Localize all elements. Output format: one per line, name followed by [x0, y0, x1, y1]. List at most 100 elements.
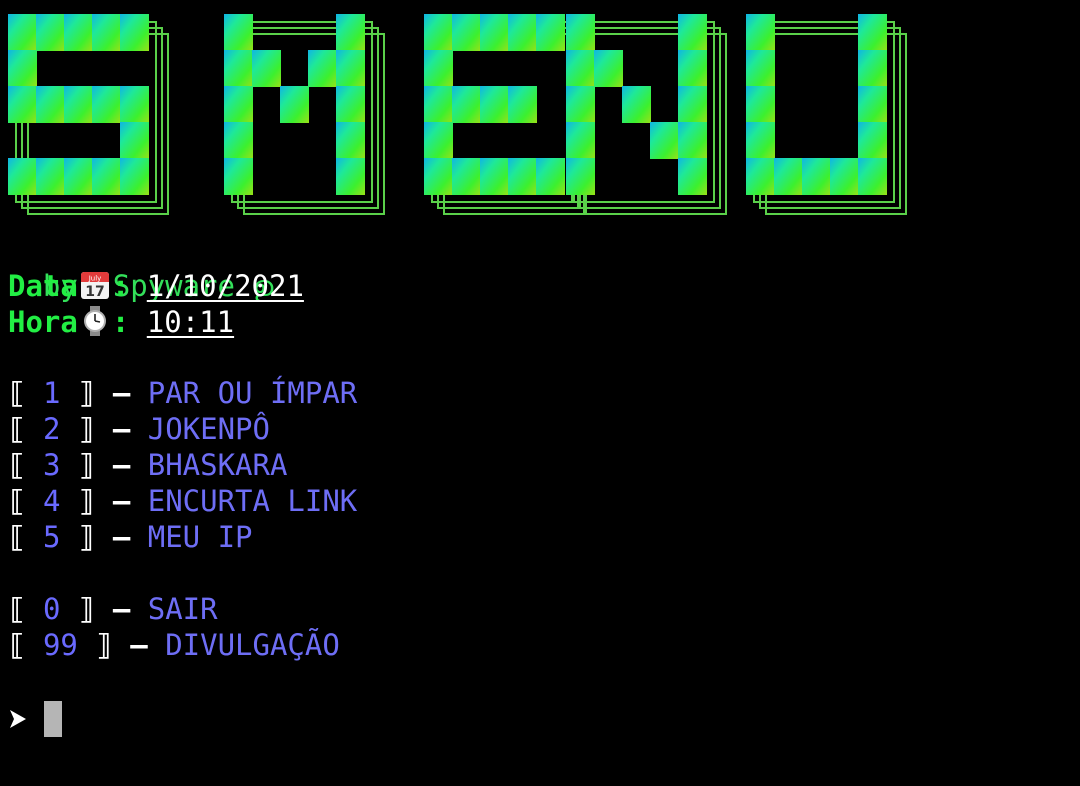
banner-letter-block: [336, 158, 365, 195]
banner-letter-block: [508, 14, 537, 51]
bracket-close: ⟧: [77, 412, 96, 446]
date-line: Data July 17 : 1/10/2021: [8, 268, 304, 304]
banner-letter-block: [566, 158, 595, 195]
banner-letter-block: [336, 86, 365, 123]
banner-letter-block: [594, 50, 623, 87]
banner-letter-block: [424, 50, 453, 87]
banner-letter-block: [858, 158, 887, 195]
banner-letter-block: [480, 158, 509, 195]
calendar-day: 17: [85, 284, 104, 300]
bracket-open: ⟦: [8, 592, 26, 626]
calendar-icon: July 17: [80, 272, 109, 300]
banner-letter-block: [480, 86, 509, 123]
menu-item-number: 1: [42, 376, 61, 410]
banner-letter-block: [858, 50, 887, 87]
banner-letter-block: [8, 14, 37, 51]
menu-item-label: MEU IP: [147, 520, 253, 554]
prompt-arrow-icon: [10, 710, 26, 728]
menu-item-1[interactable]: ⟦ 1 ⟧ — PAR OU ÍMPAR: [8, 375, 357, 411]
time-label: Hora: [8, 305, 78, 339]
bracket-close: ⟧: [77, 376, 96, 410]
banner-letter-block: [566, 86, 595, 123]
banner-letter-block: [566, 122, 595, 159]
banner-letter-block: [308, 50, 337, 87]
bracket-close: ⟧: [77, 448, 96, 482]
banner-letter-block: [536, 14, 565, 51]
banner-letter-block: [120, 14, 149, 51]
banner-letter-block: [424, 86, 453, 123]
banner-letter-block: [36, 14, 65, 51]
terminal-cursor[interactable]: [44, 701, 62, 737]
banner-letter-block: [424, 14, 453, 51]
banner-letter-block: [36, 158, 65, 195]
banner-letter-block: [746, 158, 775, 195]
banner-letter-block: [224, 14, 253, 51]
menu-item-label: JOKENPÔ: [147, 412, 270, 446]
menu-item-number: 2: [42, 412, 61, 446]
banner-letter-block: [622, 86, 651, 123]
menu-item-promo[interactable]: ⟦ 99 ⟧ — DIVULGAÇÃO: [8, 627, 340, 663]
banner-letter-block: [858, 14, 887, 51]
banner-letter-block: [566, 50, 595, 87]
banner-letter-block: [36, 86, 65, 123]
banner-letter-block: [774, 158, 803, 195]
date-label: Data: [8, 269, 78, 303]
banner-letter-block: [802, 158, 831, 195]
banner-letter-block: [480, 14, 509, 51]
banner-letter-block: [280, 86, 309, 123]
menu-item-number: 4: [42, 484, 61, 518]
banner-letter-block: [336, 122, 365, 159]
banner-letter-block: [8, 50, 37, 87]
banner-letter-block: [424, 158, 453, 195]
banner-logo: [8, 14, 907, 215]
banner-letter-block: [452, 86, 481, 123]
banner-letter-block: [8, 86, 37, 123]
separator-dash: —: [112, 520, 131, 554]
bracket-close: ⟧: [77, 484, 96, 518]
separator-dash: —: [112, 412, 131, 446]
menu-item-3[interactable]: ⟦ 3 ⟧ — BHASKARA: [8, 447, 287, 483]
banner-letter-block: [508, 86, 537, 123]
banner-letter-block: [650, 122, 679, 159]
banner-letter-block: [678, 122, 707, 159]
banner-letter-block: [120, 122, 149, 159]
menu-item-number: 5: [42, 520, 61, 554]
bracket-open: ⟦: [8, 412, 26, 446]
banner-letter-block: [536, 158, 565, 195]
bracket-close: ⟧: [77, 592, 96, 626]
banner-letter-block: [92, 14, 121, 51]
banner-letter-block: [508, 158, 537, 195]
bracket-open: ⟦: [8, 628, 26, 662]
menu-item-number: 3: [42, 448, 61, 482]
separator-dash: —: [112, 376, 131, 410]
menu-item-number: 99: [42, 628, 78, 662]
bracket-open: ⟦: [8, 484, 26, 518]
banner-letter-block: [8, 158, 37, 195]
banner-letter-block: [746, 86, 775, 123]
banner-letter-block: [452, 14, 481, 51]
banner-letter-block: [452, 158, 481, 195]
menu-item-label: BHASKARA: [147, 448, 288, 482]
banner-letter-block: [336, 14, 365, 51]
bracket-close: ⟧: [95, 628, 113, 662]
menu-item-4[interactable]: ⟦ 4 ⟧ — ENCURTA LINK: [8, 483, 357, 519]
banner-letter-block: [858, 122, 887, 159]
calendar-month: July: [88, 275, 102, 283]
menu-item-label: ENCURTA LINK: [147, 484, 358, 518]
banner-letter-block: [566, 14, 595, 51]
menu-item-2[interactable]: ⟦ 2 ⟧ — JOKENPÔ: [8, 411, 270, 447]
menu-item-5[interactable]: ⟦ 5 ⟧ — MEU IP: [8, 519, 253, 555]
banner-letter-block: [64, 14, 93, 51]
separator-dash: —: [130, 628, 148, 662]
banner-letter-block: [858, 86, 887, 123]
time-separator: :: [111, 305, 130, 339]
bracket-open: ⟦: [8, 520, 26, 554]
banner-letter-block: [746, 122, 775, 159]
bracket-close: ⟧: [77, 520, 96, 554]
banner-letter-block: [92, 86, 121, 123]
banner-letter-block: [224, 158, 253, 195]
banner-letter-block: [120, 158, 149, 195]
menu-item-exit[interactable]: ⟦ 0 ⟧ — SAIR: [8, 591, 218, 627]
time-value: 10:11: [146, 305, 235, 339]
banner-letter-block: [746, 14, 775, 51]
